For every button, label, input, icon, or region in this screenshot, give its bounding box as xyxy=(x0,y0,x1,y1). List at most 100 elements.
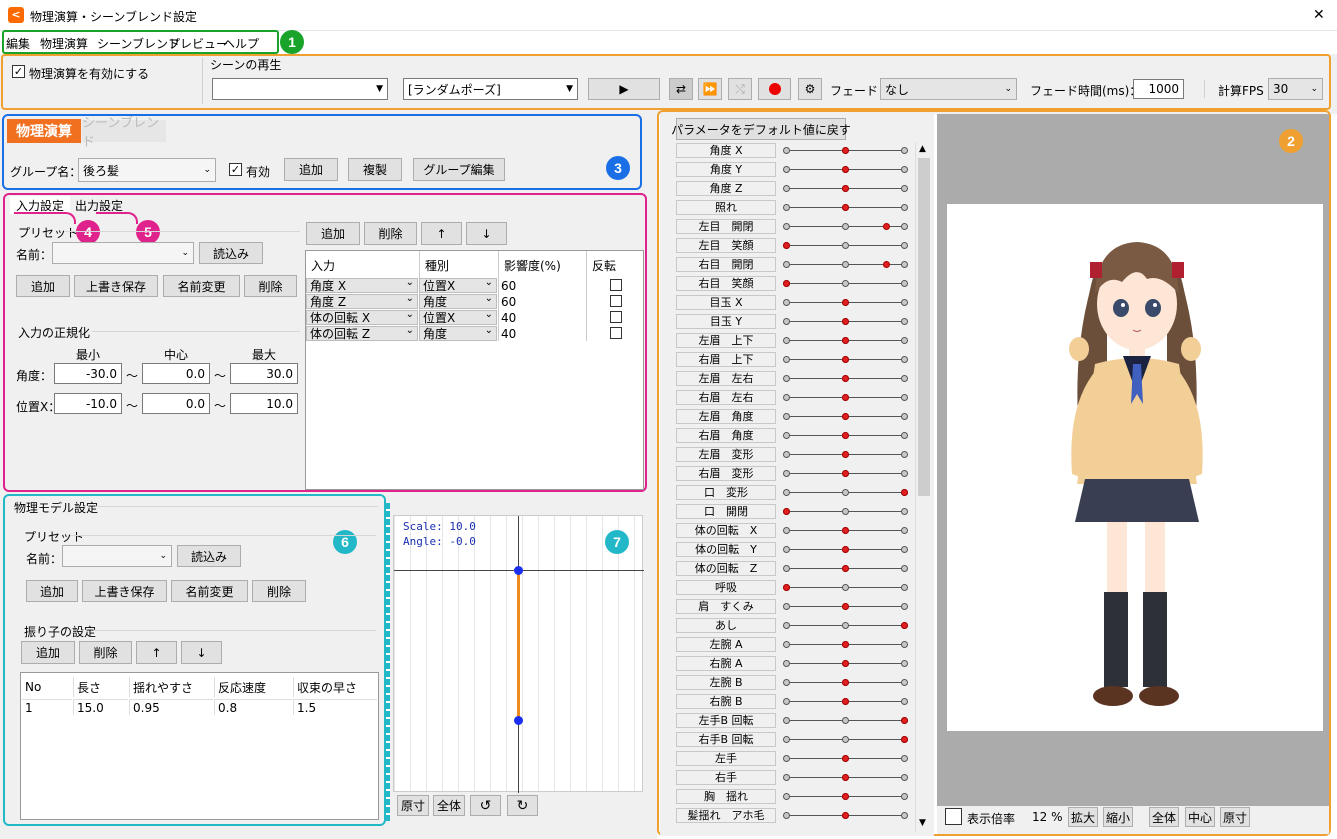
invert-checkbox[interactable] xyxy=(610,295,622,307)
slider-value-handle[interactable] xyxy=(842,603,849,610)
rotate-right-icon[interactable]: ↻ xyxy=(507,795,538,816)
scroll-thumb[interactable] xyxy=(918,158,930,496)
invert-checkbox[interactable] xyxy=(610,327,622,339)
view-all-button[interactable]: 全体 xyxy=(1149,807,1179,827)
slider-value-handle[interactable] xyxy=(842,147,849,154)
scroll-down-icon[interactable]: ▼ xyxy=(919,818,926,828)
angle-center-input[interactable]: 0.0 xyxy=(142,363,210,384)
pendulum-up-button[interactable]: ↑ xyxy=(136,641,177,664)
reset-parameters-button[interactable]: パラメータをデフォルト値に戻す xyxy=(671,118,851,140)
model-preset-overwrite-button[interactable]: 上書き保存 xyxy=(82,580,167,602)
slider-value-handle[interactable] xyxy=(842,812,849,819)
pendulum-weight[interactable] xyxy=(514,716,523,725)
settings-button[interactable]: ⚙ xyxy=(798,78,822,100)
view-actual-button[interactable]: 原寸 xyxy=(1220,807,1250,827)
model-preset-rename-button[interactable]: 名前変更 xyxy=(171,580,248,602)
slider-value-handle[interactable] xyxy=(901,717,908,724)
pose-select[interactable]: [ランダムポーズ] ▼ xyxy=(403,78,578,100)
input-row-influence[interactable]: 60 xyxy=(498,278,584,293)
view-center-button[interactable]: 中心 xyxy=(1185,807,1215,827)
slider-value-handle[interactable] xyxy=(842,774,849,781)
input-row-input-select[interactable]: 体の回転 X ⌄ xyxy=(306,310,418,325)
model-preset-add-button[interactable]: 追加 xyxy=(26,580,78,602)
slider-value-handle[interactable] xyxy=(842,698,849,705)
pos-center-input[interactable]: 0.0 xyxy=(142,393,210,414)
slider-value-handle[interactable] xyxy=(842,470,849,477)
slider-value-handle[interactable] xyxy=(901,622,908,629)
table-cell[interactable]: 0.8 xyxy=(214,699,292,715)
slider-value-handle[interactable] xyxy=(842,432,849,439)
slider-value-handle[interactable] xyxy=(842,299,849,306)
group-select[interactable]: 後ろ髪 ⌄ xyxy=(78,158,216,182)
slider-value-handle[interactable] xyxy=(842,755,849,762)
input-add-button[interactable]: 追加 xyxy=(306,222,360,245)
shuffle-button[interactable]: ⤭ xyxy=(728,78,752,100)
slider-value-handle[interactable] xyxy=(842,679,849,686)
pos-max-input[interactable]: 10.0 xyxy=(230,393,298,414)
slider-value-handle[interactable] xyxy=(842,413,849,420)
invert-checkbox[interactable] xyxy=(610,279,622,291)
slider-value-handle[interactable] xyxy=(842,527,849,534)
invert-checkbox[interactable] xyxy=(610,311,622,323)
slider-value-handle[interactable] xyxy=(842,793,849,800)
group-copy-button[interactable]: 複製 xyxy=(348,158,402,181)
parameter-scrollbar[interactable]: ▲ ▼ xyxy=(915,142,932,832)
preset-overwrite-button[interactable]: 上書き保存 xyxy=(74,275,158,297)
table-cell[interactable]: 1 xyxy=(22,699,72,715)
slider-value-handle[interactable] xyxy=(783,508,790,515)
pendulum-pivot[interactable] xyxy=(514,566,523,575)
slider-value-handle[interactable] xyxy=(842,375,849,382)
close-icon[interactable]: ✕ xyxy=(1313,7,1325,23)
pos-min-input[interactable]: -10.0 xyxy=(54,393,122,414)
input-row-influence[interactable]: 60 xyxy=(498,294,584,309)
zoom-out-button[interactable]: 縮小 xyxy=(1103,807,1133,827)
play-button[interactable]: ▶ xyxy=(588,78,660,100)
preset-delete-button[interactable]: 削除 xyxy=(244,275,297,297)
model-preset-delete-button[interactable]: 削除 xyxy=(252,580,306,602)
slider-value-handle[interactable] xyxy=(783,242,790,249)
slider-value-handle[interactable] xyxy=(842,565,849,572)
input-down-button[interactable]: ↓ xyxy=(466,222,507,245)
slider-value-handle[interactable] xyxy=(842,166,849,173)
angle-max-input[interactable]: 30.0 xyxy=(230,363,298,384)
next-button[interactable]: ⏩ xyxy=(698,78,722,100)
table-cell[interactable]: 0.95 xyxy=(129,699,213,715)
input-delete-button[interactable]: 削除 xyxy=(364,222,417,245)
loop-button[interactable]: ⇄ xyxy=(669,78,693,100)
slider-value-handle[interactable] xyxy=(842,394,849,401)
input-row-input-select[interactable]: 角度 X ⌄ xyxy=(306,278,418,293)
pendulum-delete-button[interactable]: 削除 xyxy=(79,641,132,664)
angle-min-input[interactable]: -30.0 xyxy=(54,363,122,384)
pendulum-down-button[interactable]: ↓ xyxy=(181,641,222,664)
input-row-type-select[interactable]: 位置X ⌄ xyxy=(419,310,497,325)
slider-value-handle[interactable] xyxy=(842,660,849,667)
physics-enable-checkbox[interactable]: ✓ xyxy=(12,65,25,78)
preset-rename-button[interactable]: 名前変更 xyxy=(163,275,240,297)
input-row-influence[interactable]: 40 xyxy=(498,310,584,325)
table-cell[interactable]: 15.0 xyxy=(73,699,128,715)
preset-select[interactable]: ⌄ xyxy=(52,242,194,264)
rotate-left-icon[interactable]: ↺ xyxy=(470,795,501,816)
slider-value-handle[interactable] xyxy=(901,489,908,496)
slider-value-handle[interactable] xyxy=(842,546,849,553)
zoom-checkbox[interactable] xyxy=(945,808,962,825)
preview-fit-button[interactable]: 全体 xyxy=(433,795,465,816)
preset-load-button[interactable]: 読込み xyxy=(199,242,263,264)
fps-select[interactable]: 30 ⌄ xyxy=(1268,78,1323,100)
group-add-button[interactable]: 追加 xyxy=(284,158,338,181)
scroll-up-icon[interactable]: ▲ xyxy=(919,144,926,154)
fade-time-input[interactable]: 1000 xyxy=(1133,79,1184,99)
slider-value-handle[interactable] xyxy=(842,318,849,325)
zoom-in-button[interactable]: 拡大 xyxy=(1068,807,1098,827)
slider-value-handle[interactable] xyxy=(842,185,849,192)
input-row-input-select[interactable]: 体の回転 Z ⌄ xyxy=(306,326,418,341)
table-cell[interactable]: 1.5 xyxy=(293,699,377,715)
fade-select[interactable]: なし ⌄ xyxy=(880,78,1017,100)
slider-value-handle[interactable] xyxy=(783,584,790,591)
input-row-influence[interactable]: 40 xyxy=(498,326,584,341)
input-row-type-select[interactable]: 角度 ⌄ xyxy=(419,294,497,309)
group-edit-button[interactable]: グループ編集 xyxy=(413,158,505,181)
preview-actual-size-button[interactable]: 原寸 xyxy=(397,795,429,816)
pendulum-add-button[interactable]: 追加 xyxy=(21,641,75,664)
slider-value-handle[interactable] xyxy=(783,280,790,287)
